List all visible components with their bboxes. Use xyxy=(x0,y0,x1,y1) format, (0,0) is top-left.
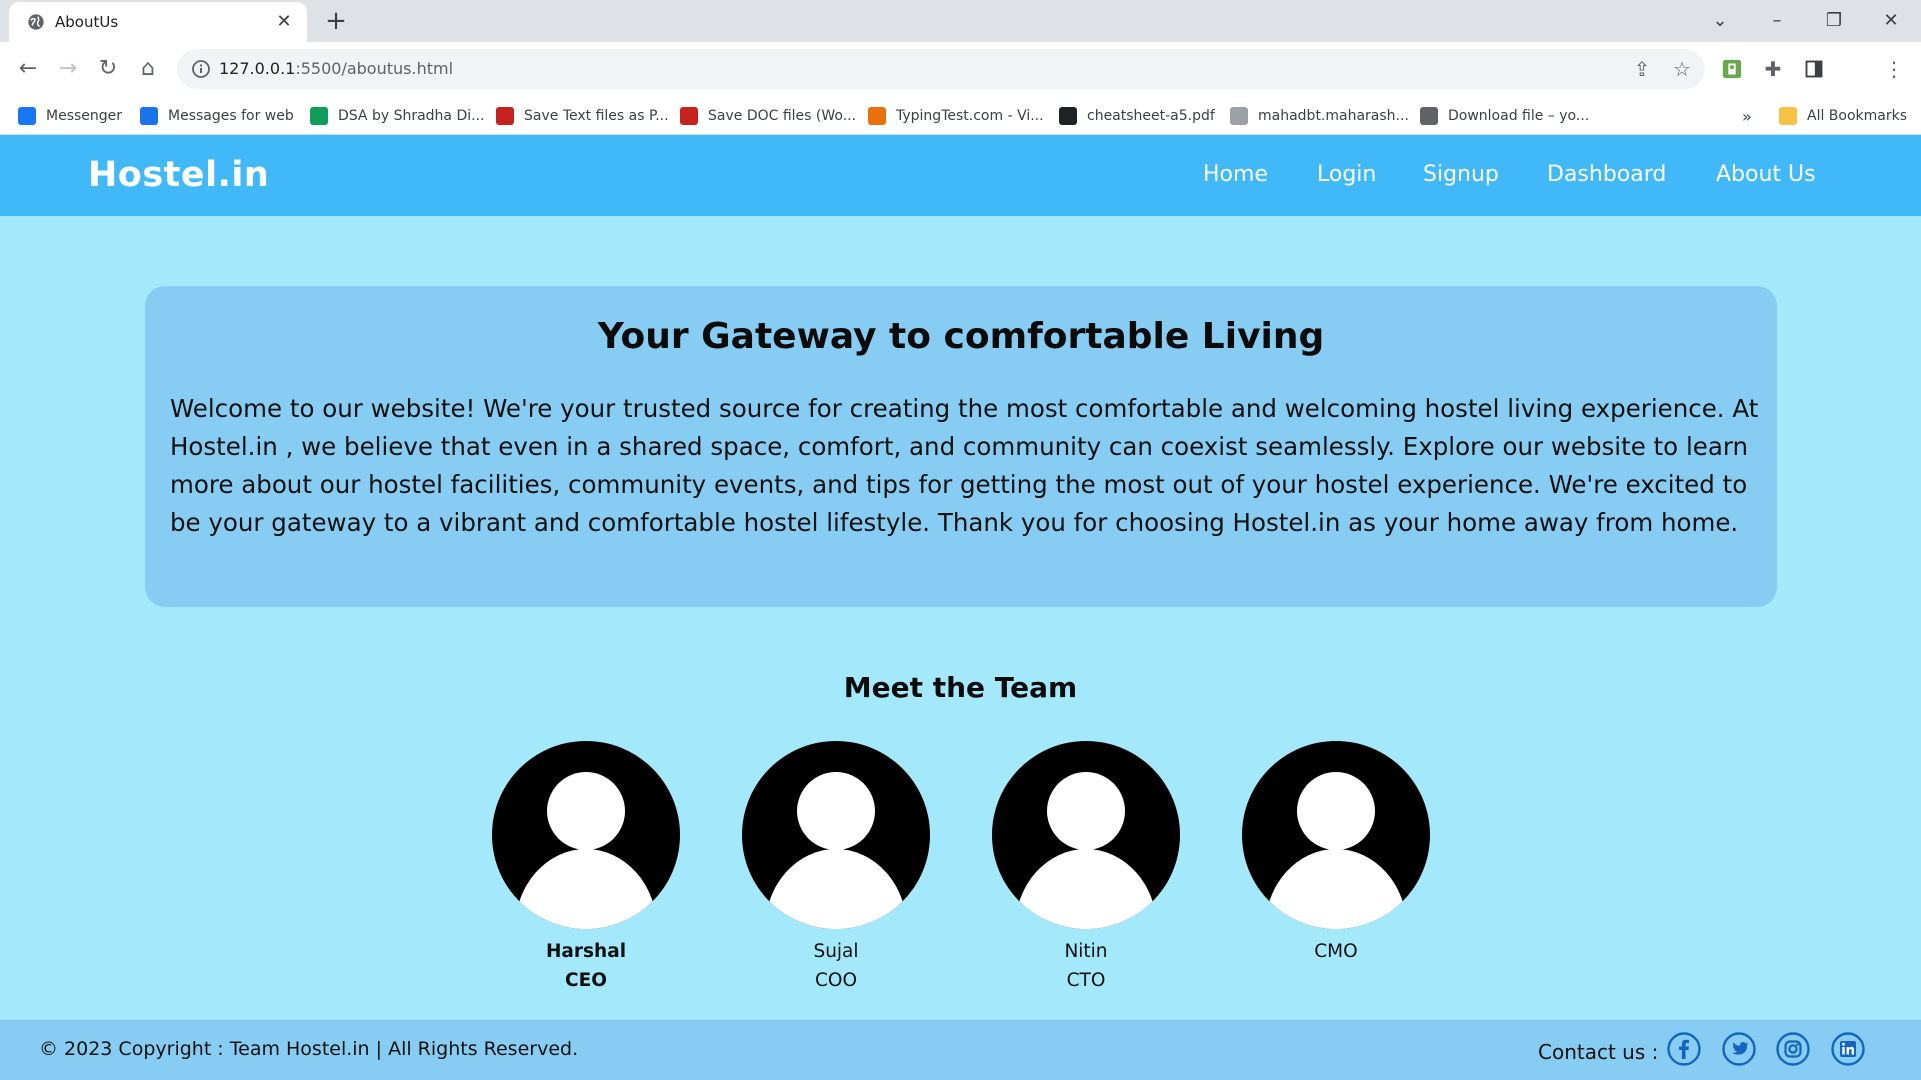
avatar-icon xyxy=(742,741,930,929)
bookmark-label: cheatsheet-a5.pdf xyxy=(1087,108,1215,124)
pdf-icon xyxy=(680,107,698,125)
bookmark-item[interactable]: Save Text files as P... xyxy=(496,105,669,127)
tab-strip: AboutUs ✕ + ⌄ – ❐ ✕ xyxy=(0,0,1921,42)
bookmark-label: mahadbt.maharash... xyxy=(1258,108,1409,124)
browser-tab[interactable]: AboutUs ✕ xyxy=(9,2,307,42)
folder-icon xyxy=(1779,107,1797,125)
instagram-icon[interactable] xyxy=(1775,1031,1811,1067)
all-bookmarks-folder[interactable]: All Bookmarks xyxy=(1779,105,1907,127)
team-heading: Meet the Team xyxy=(843,671,1078,704)
nav-signup[interactable]: Signup xyxy=(1423,162,1499,187)
site-navbar: Hostel.in Home Login Signup Dashboard Ab… xyxy=(0,135,1921,216)
bookmark-item[interactable]: TypingTest.com - Vi... xyxy=(868,105,1044,127)
bookmark-label: TypingTest.com - Vi... xyxy=(896,108,1044,124)
pdf-icon xyxy=(496,107,514,125)
more-bookmarks-button[interactable]: » xyxy=(1742,105,1752,127)
member-name: Harshal xyxy=(545,941,627,962)
back-button[interactable]: ← xyxy=(12,53,44,85)
address-bar[interactable]: 127.0.0.1:5500/aboutus.html ⇪ ☆ xyxy=(177,49,1705,89)
nav-home[interactable]: Home xyxy=(1203,162,1268,187)
download-icon xyxy=(1420,107,1438,125)
url-text: 127.0.0.1:5500/aboutus.html xyxy=(219,59,454,78)
avatar-icon xyxy=(492,741,680,929)
team-member: Harshal CEO xyxy=(486,741,686,995)
home-button[interactable]: ⌂ xyxy=(132,53,164,85)
member-role: CMO xyxy=(1314,941,1358,962)
bookmark-item[interactable]: mahadbt.maharash... xyxy=(1230,105,1409,127)
minimize-button[interactable]: – xyxy=(1762,6,1792,36)
member-role: COO xyxy=(814,970,858,991)
about-paragraph: Welcome to our website! We're your trust… xyxy=(170,394,1759,537)
bookmark-label: Messenger xyxy=(46,108,123,124)
extension-icon[interactable] xyxy=(1718,55,1746,83)
nav-dashboard[interactable]: Dashboard xyxy=(1547,162,1666,187)
document-icon xyxy=(1230,107,1248,125)
bookmark-label: Download file – yo... xyxy=(1448,108,1590,124)
webpage: Hostel.in Home Login Signup Dashboard Ab… xyxy=(0,135,1921,1080)
facebook-icon[interactable] xyxy=(1666,1031,1702,1067)
site-footer: © 2023 Copyright : Team Hostel.in | All … xyxy=(0,1020,1921,1080)
member-role: CEO xyxy=(565,970,607,991)
contact-label: Contact us : xyxy=(1538,1040,1659,1064)
bookmark-label: Messages for web xyxy=(168,108,294,124)
tab-title: AboutUs xyxy=(55,13,119,31)
browser-toolbar: ← → ↻ ⌂ 127.0.0.1:5500/aboutus.html ⇪ ☆ … xyxy=(0,42,1921,96)
nav-about-us[interactable]: About Us xyxy=(1716,162,1816,187)
team-member: CMO xyxy=(1236,741,1436,966)
menu-kebab-icon[interactable]: ⋮ xyxy=(1880,55,1908,83)
globe-icon xyxy=(28,14,44,30)
site-info-icon[interactable] xyxy=(191,59,211,79)
close-window-button[interactable]: ✕ xyxy=(1876,6,1906,36)
nav-login[interactable]: Login xyxy=(1317,162,1376,187)
bookmark-star-icon[interactable]: ☆ xyxy=(1670,57,1694,81)
forward-button[interactable]: → xyxy=(52,53,84,85)
bookmarks-bar: Messenger Messages for web DSA by Shradha … xyxy=(0,96,1921,135)
about-card: Your Gateway to comfortable Living Welco… xyxy=(145,286,1777,607)
facebook-icon xyxy=(18,107,36,125)
site-logo[interactable]: Hostel.in xyxy=(88,155,269,195)
close-tab-icon[interactable]: ✕ xyxy=(273,11,295,33)
cheatsheet-icon xyxy=(1059,107,1077,125)
member-name: Nitin xyxy=(1064,941,1108,962)
copyright-text: © 2023 Copyright : Team Hostel.in | All … xyxy=(39,1038,579,1060)
bookmark-label: Save Text files as P... xyxy=(524,108,669,124)
bookmark-item[interactable]: cheatsheet-a5.pdf xyxy=(1059,105,1215,127)
avatar-icon xyxy=(992,741,1180,929)
sheets-icon xyxy=(310,107,328,125)
avatar-icon xyxy=(1242,741,1430,929)
linkedin-icon[interactable] xyxy=(1830,1031,1866,1067)
member-role: CTO xyxy=(1066,970,1106,991)
about-heading: Your Gateway to comfortable Living xyxy=(597,316,1325,357)
extensions-puzzle-icon[interactable]: ✚ xyxy=(1759,55,1787,83)
member-name: Sujal xyxy=(813,941,859,962)
side-panel-icon[interactable] xyxy=(1800,55,1828,83)
bookmark-item[interactable]: Messenger xyxy=(18,105,122,127)
typingtest-icon xyxy=(868,107,886,125)
bookmark-item[interactable]: Download file – yo... xyxy=(1420,105,1589,127)
bookmark-label: DSA by Shradha Di... xyxy=(338,108,485,124)
bookmark-label: Save DOC files (Wo... xyxy=(708,108,857,124)
team-member: Nitin CTO xyxy=(986,741,1186,995)
restore-button[interactable]: ❐ xyxy=(1819,6,1849,36)
bookmark-item[interactable]: Save DOC files (Wo... xyxy=(680,105,856,127)
twitter-icon[interactable] xyxy=(1721,1031,1757,1067)
messages-icon xyxy=(140,107,158,125)
tab-search-icon[interactable]: ⌄ xyxy=(1705,6,1735,36)
bookmark-item[interactable]: DSA by Shradha Di... xyxy=(310,105,484,127)
share-icon[interactable]: ⇪ xyxy=(1630,57,1654,81)
reload-button[interactable]: ↻ xyxy=(92,53,124,85)
bookmark-item[interactable]: Messages for web xyxy=(140,105,294,127)
team-member: Sujal COO xyxy=(736,741,936,995)
new-tab-button[interactable]: + xyxy=(322,8,350,36)
